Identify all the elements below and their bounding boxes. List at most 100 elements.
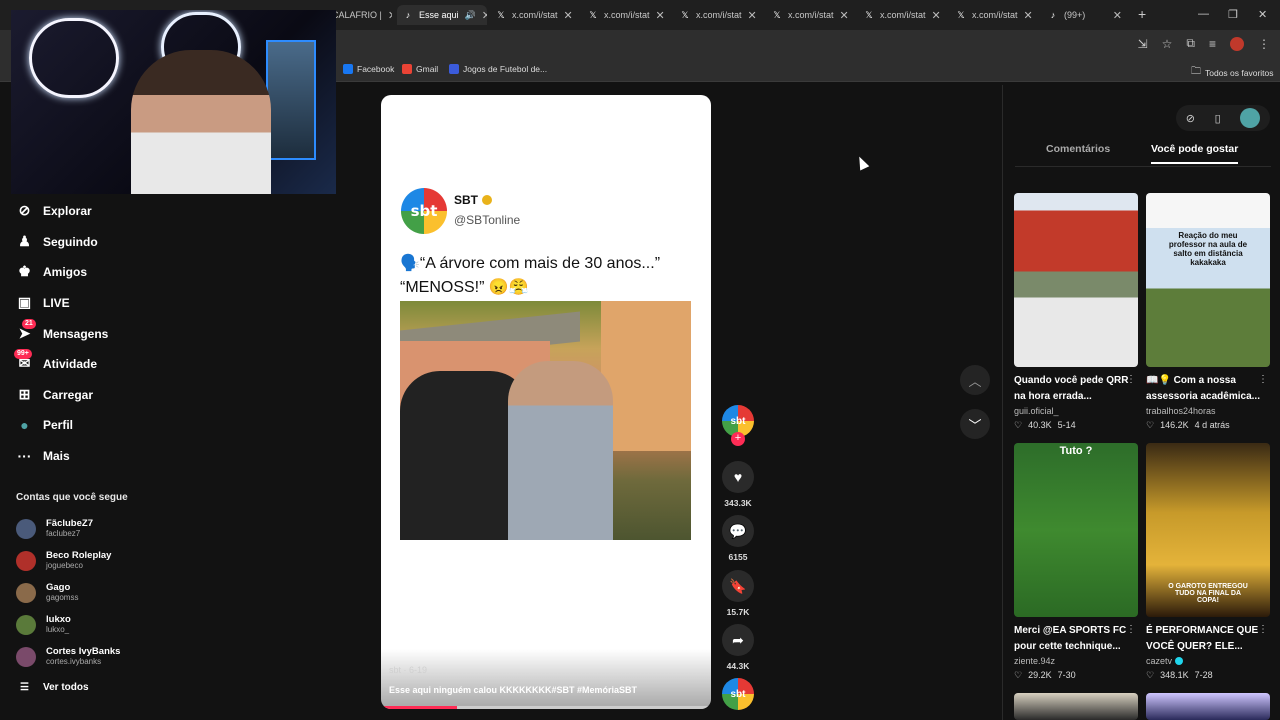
close-tab-icon[interactable]: ✕: [656, 9, 665, 22]
close-tab-icon[interactable]: ✕: [840, 9, 849, 22]
video-thumbnail: Reação do meu professor na aula de salto…: [1146, 193, 1270, 367]
extensions-icon[interactable]: ⧉: [1186, 36, 1195, 51]
close-tab-icon[interactable]: ✕: [564, 9, 573, 22]
menu-kebab-icon[interactable]: ⋮: [1258, 37, 1270, 51]
browser-tab-active[interactable]: ♪ Esse aqui 🔊 ✕: [397, 5, 487, 25]
sbt-logo: sbt: [401, 188, 447, 234]
browser-tab[interactable]: ♪ (99+) ✕: [1042, 5, 1128, 25]
compass-icon[interactable]: ⊘: [1186, 112, 1195, 125]
bookmark-star-icon[interactable]: ☆: [1162, 37, 1173, 51]
video-thumbnail: [1146, 693, 1270, 720]
restore-window-icon[interactable]: ❐: [1228, 8, 1238, 21]
share-arrow-icon: ➦: [732, 631, 744, 648]
bookmark-icon: 🔖: [729, 577, 747, 594]
audio-icon[interactable]: 🔊: [465, 10, 476, 21]
close-window-icon[interactable]: ✕: [1258, 8, 1267, 21]
following-section-title: Contas que você segue: [16, 492, 128, 503]
video-player[interactable]: sbt SBT @SBTonline 🗣️“A árvore com mais …: [381, 95, 711, 709]
video-progress-bar[interactable]: [381, 706, 711, 709]
tweet-text: 🗣️“A árvore com mais de 30 anos...” “MEN…: [400, 255, 661, 296]
recommended-video-card[interactable]: [1014, 693, 1138, 720]
nav-atividade[interactable]: ✉ 99+ Atividade: [14, 349, 97, 372]
more-options-icon[interactable]: ⋮: [1126, 374, 1136, 385]
nav-carregar[interactable]: ⊞ Carregar: [16, 386, 93, 403]
followed-account[interactable]: Beco Roleplay joguebeco: [16, 550, 111, 571]
browser-tab[interactable]: 𝕏x.com/i/stat ✕: [582, 5, 668, 25]
close-tab-icon[interactable]: ✕: [482, 9, 487, 22]
more-options-icon[interactable]: ⋮: [1258, 624, 1268, 635]
video-thumbnail: Tuto ?: [1014, 443, 1138, 617]
previous-video-button[interactable]: ︿: [960, 365, 990, 395]
tiktok-favicon-icon: ♪: [1050, 10, 1056, 20]
streamer-webcam: [11, 10, 336, 194]
recommended-video-card[interactable]: [1146, 693, 1270, 720]
minimize-window-icon[interactable]: —: [1198, 8, 1209, 20]
mobile-device-icon[interactable]: ▯: [1215, 112, 1221, 125]
left-sidebar: ⊘ Explorar ♟ Seguindo ♚ Amigos ▣ LIVE ➤ 21 Men…: [0, 194, 336, 720]
see-all-button[interactable]: ☰ Ver todos: [20, 682, 89, 693]
nav-mensagens[interactable]: ➤ 21 Mensagens: [16, 319, 108, 342]
followed-account[interactable]: Cortes IvyBanks cortes.ivybanks: [16, 646, 120, 667]
heart-outline-icon: ♡: [1014, 670, 1023, 680]
all-bookmarks-button[interactable]: 🗀 Todos os favoritos: [1191, 64, 1274, 81]
nav-seguindo[interactable]: ♟ Seguindo: [16, 233, 97, 250]
browser-tab[interactable]: 𝕏x.com/i/stat ✕: [950, 5, 1036, 25]
video-thumbnail: [1014, 193, 1138, 367]
install-app-icon[interactable]: ⇲: [1138, 37, 1148, 51]
following-icon: ♟: [18, 233, 31, 249]
bookmark-gmail[interactable]: Gmail: [402, 64, 438, 74]
save-count: 15.7K: [726, 607, 750, 617]
avatar: [16, 550, 36, 571]
close-tab-icon[interactable]: ✕: [748, 9, 757, 22]
profile-avatar-icon[interactable]: [1230, 36, 1244, 51]
new-tab-button[interactable]: +: [1138, 6, 1146, 22]
followed-account[interactable]: FãclubeZ7 faclubez7: [16, 518, 93, 539]
nav-live[interactable]: ▣ LIVE: [16, 294, 70, 311]
recommended-video-card[interactable]: Quando você pede QRR na hora errada... ⋮…: [1014, 193, 1138, 431]
nav-explorar[interactable]: ⊘ Explorar: [16, 202, 92, 219]
tab-voce-pode-gostar[interactable]: Você pode gostar: [1151, 143, 1239, 164]
upload-icon: ⊞: [18, 386, 31, 402]
save-button[interactable]: 🔖: [722, 570, 754, 602]
recommended-video-card[interactable]: O GAROTO ENTREGOU TUDO NA FINAL DA COPA!…: [1146, 443, 1270, 681]
recommended-video-card[interactable]: Reação do meu professor na aula de salto…: [1146, 193, 1270, 431]
gmail-icon: [402, 64, 412, 74]
messages-badge: 21: [22, 319, 36, 329]
browser-tab[interactable]: 𝕏x.com/i/stat ✕: [858, 5, 944, 25]
like-button[interactable]: ♥: [722, 461, 754, 493]
more-options-icon[interactable]: ⋮: [1258, 374, 1268, 385]
close-tab-icon[interactable]: ✕: [388, 9, 392, 22]
video-caption: Esse aqui ninguém calou KKKKKKKK#SBT #Me…: [389, 685, 638, 695]
nav-mais[interactable]: ··· Mais: [16, 447, 70, 464]
activity-badge: 99+: [14, 349, 32, 359]
recommended-video-card[interactable]: Tuto ? Merci @EA SPORTS FC pour cette te…: [1014, 443, 1138, 681]
browser-tab[interactable]: 𝕏x.com/i/stat ✕: [490, 5, 576, 25]
close-tab-icon[interactable]: ✕: [1024, 9, 1033, 22]
browser-tab[interactable]: 𝕏x.com/i/stat ✕: [766, 5, 852, 25]
comment-button[interactable]: 💬: [722, 515, 754, 547]
followed-account[interactable]: Gago gagomss: [16, 582, 78, 603]
close-tab-icon[interactable]: ✕: [932, 9, 941, 22]
friends-icon: ♚: [18, 263, 31, 279]
next-video-button[interactable]: ﹀: [960, 409, 990, 439]
panel-top-controls: ⊘ ▯: [1176, 105, 1270, 131]
browser-tab[interactable]: 𝕏x.com/i/stat ✕: [674, 5, 760, 25]
tab-comentarios[interactable]: Comentários: [1046, 143, 1110, 162]
sound-disc-avatar[interactable]: sbt: [722, 678, 754, 710]
streamer-figure: [131, 50, 271, 194]
nav-perfil[interactable]: ● Perfil: [16, 416, 73, 433]
follow-plus-icon[interactable]: +: [731, 432, 745, 446]
video-author-line[interactable]: sbt · 6-19: [389, 665, 427, 675]
nav-amigos[interactable]: ♚ Amigos: [16, 263, 87, 280]
user-avatar[interactable]: [1240, 108, 1261, 128]
media-controls-icon[interactable]: ≡: [1209, 37, 1216, 51]
share-button[interactable]: ➦: [722, 624, 754, 656]
bookmark-jogos[interactable]: Jogos de Futebol de...: [449, 64, 547, 74]
bookmark-facebook[interactable]: Facebook: [343, 64, 394, 74]
close-tab-icon[interactable]: ✕: [1113, 9, 1122, 22]
followed-account[interactable]: lukxo lukxo_: [16, 614, 71, 635]
profile-avatar-icon: ●: [20, 416, 29, 433]
heart-outline-icon: ♡: [1146, 670, 1155, 680]
chevron-down-icon: ﹀: [968, 417, 982, 433]
more-options-icon[interactable]: ⋮: [1126, 624, 1136, 635]
